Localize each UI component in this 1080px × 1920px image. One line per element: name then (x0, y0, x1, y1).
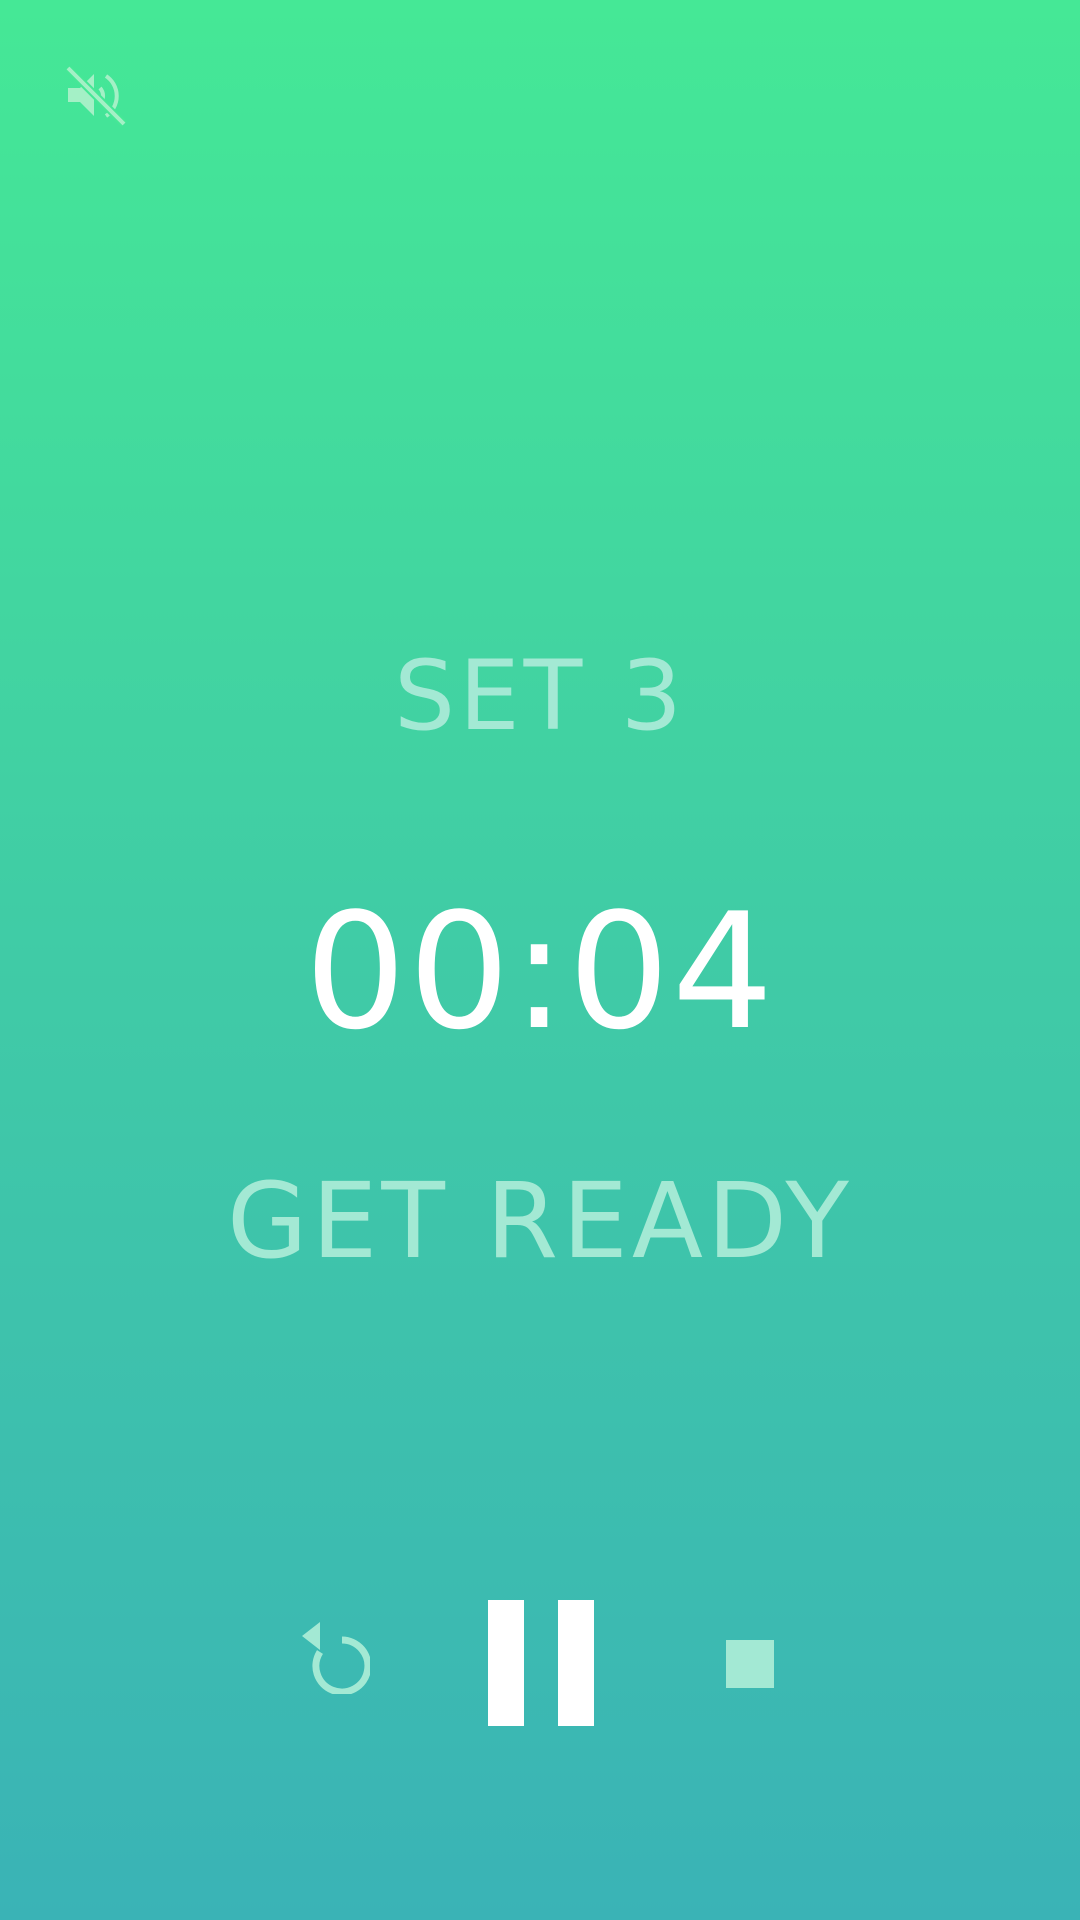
stop-button[interactable] (726, 1640, 774, 1688)
stop-icon (726, 1640, 774, 1688)
restart-button[interactable] (290, 1614, 370, 1694)
restart-icon (302, 1622, 370, 1694)
volume-muted-icon (65, 65, 127, 127)
countdown-timer: 00:04 (304, 878, 776, 1065)
set-label: SET 3 (394, 640, 686, 752)
phase-label: GET READY (227, 1160, 853, 1282)
mute-button[interactable] (60, 62, 132, 134)
pause-icon (488, 1600, 524, 1726)
pause-button[interactable] (484, 1600, 596, 1728)
pause-icon-bar (558, 1600, 594, 1726)
